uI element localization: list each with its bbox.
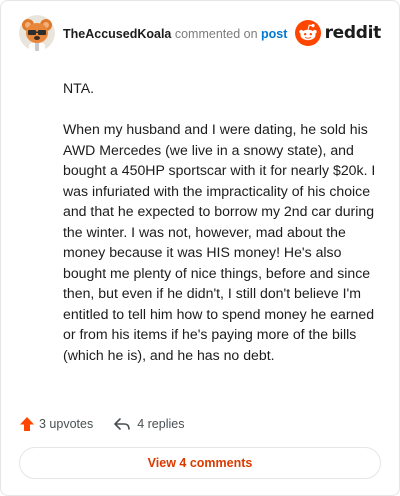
upvote-arrow-icon xyxy=(20,417,34,431)
reddit-wordmark: reddit xyxy=(324,23,382,43)
comment-card: TheAccusedKoala commented on post reddit… xyxy=(0,0,400,496)
koala-avatar-icon xyxy=(19,15,55,51)
reddit-logo-icon xyxy=(294,20,321,46)
post-link[interactable]: post xyxy=(261,27,287,41)
view-comments-button[interactable]: View 4 comments xyxy=(19,447,381,479)
reply-arrow-icon xyxy=(114,418,131,430)
reply-count: 4 replies xyxy=(137,417,185,431)
commented-on-text: commented on xyxy=(174,27,258,41)
comment-paragraph: When my husband and I were dating, he so… xyxy=(63,121,376,363)
replies-button[interactable]: 4 replies xyxy=(113,416,184,432)
user-avatar[interactable] xyxy=(19,15,55,51)
comment-header: TheAccusedKoala commented on post reddit xyxy=(17,15,383,55)
comment-actions: 3 upvotes 4 replies xyxy=(19,415,184,433)
reddit-brand[interactable]: reddit xyxy=(294,19,382,47)
upvote-button[interactable]: 3 upvotes xyxy=(19,416,93,432)
username-link[interactable]: TheAccusedKoala xyxy=(63,27,171,41)
comment-paragraph: NTA. xyxy=(63,80,95,96)
upvote-count: 3 upvotes xyxy=(39,417,94,431)
comment-meta: TheAccusedKoala commented on post xyxy=(63,27,287,41)
comment-body: NTA. When my husband and I were dating, … xyxy=(63,78,383,386)
